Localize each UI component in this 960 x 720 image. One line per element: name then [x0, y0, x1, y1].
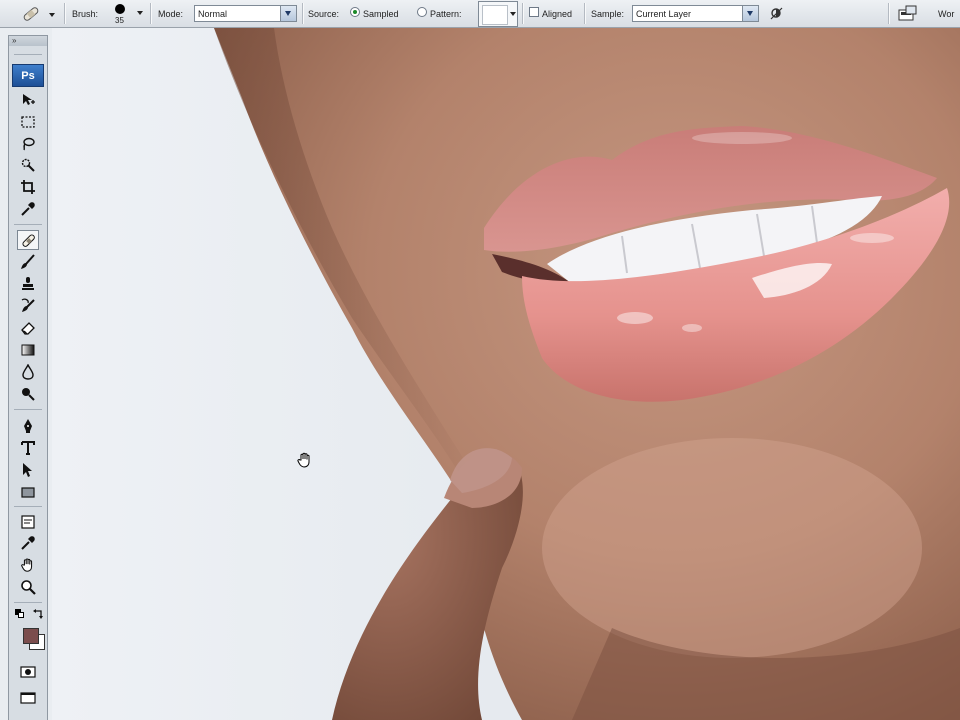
marquee-icon	[21, 116, 35, 128]
tools-panel-grip[interactable]: »	[9, 36, 47, 46]
aligned-label: Aligned	[542, 9, 573, 19]
healing-brush-tool[interactable]	[17, 230, 39, 250]
eyedropper-tool[interactable]	[17, 199, 39, 219]
path-selection-icon	[23, 463, 32, 477]
options-bar: Brush: 35 Mode: Normal Source: Sampled P…	[0, 0, 960, 28]
pattern-picker[interactable]	[478, 1, 518, 27]
screen-mode-icon	[20, 692, 36, 704]
bandage-icon	[23, 7, 39, 21]
crop-tool[interactable]	[17, 177, 39, 197]
rectangle-icon	[21, 487, 35, 498]
source-sampled-label: Sampled	[363, 9, 399, 19]
chevron-down-icon	[742, 6, 758, 21]
eyedropper-icon	[21, 536, 35, 550]
photoshop-logo[interactable]: Ps	[12, 64, 44, 87]
source-pattern-radio[interactable]	[417, 7, 427, 17]
eyedropper-sample-tool[interactable]	[17, 533, 39, 553]
tool-preset-picker[interactable]	[20, 3, 60, 25]
zoom-icon	[21, 580, 36, 595]
zoom-tool[interactable]	[17, 577, 39, 597]
brush-tip-icon	[115, 4, 125, 14]
pattern-swatch	[482, 5, 508, 25]
brush-size: 35	[115, 16, 124, 25]
pen-icon	[24, 419, 32, 433]
ignore-adjustment-layers-button[interactable]	[768, 5, 786, 23]
mode-value: Normal	[198, 9, 228, 19]
lasso-tool[interactable]	[17, 134, 39, 154]
sample-label: Sample:	[591, 9, 625, 19]
screen-mode-button[interactable]	[17, 688, 39, 708]
move-icon	[23, 94, 35, 105]
aligned-checkbox[interactable]	[529, 7, 539, 17]
hand-icon	[21, 558, 33, 572]
brush-icon	[21, 254, 35, 269]
mode-label: Mode:	[158, 9, 184, 19]
hand-tool[interactable]	[17, 555, 39, 575]
crop-icon	[21, 180, 35, 194]
blur-tool[interactable]	[17, 362, 39, 382]
brush-picker[interactable]: 35	[110, 2, 146, 26]
gradient-icon	[21, 344, 35, 356]
dodge-icon	[22, 388, 35, 401]
dodge-tool[interactable]	[17, 384, 39, 404]
source-label: Source:	[308, 9, 340, 19]
gradient-tool[interactable]	[17, 340, 39, 360]
swap-colors-icon[interactable]	[33, 609, 43, 619]
workspace-button[interactable]	[896, 3, 920, 25]
brush-tool[interactable]	[17, 252, 39, 272]
stamp-icon	[22, 277, 34, 290]
adjustment-layer-icon	[770, 7, 783, 20]
document-canvas[interactable]	[52, 28, 960, 720]
eraser-icon	[21, 322, 35, 335]
chevron-down-icon	[49, 13, 55, 17]
sample-dropdown[interactable]: Current Layer	[632, 5, 759, 22]
notes-icon	[21, 515, 35, 529]
brush-label: Brush:	[72, 9, 99, 19]
clone-stamp-tool[interactable]	[17, 274, 39, 294]
chevron-down-icon	[510, 12, 516, 16]
eyedropper-icon	[21, 202, 35, 216]
marquee-tool[interactable]	[17, 112, 39, 132]
quick-selection-tool[interactable]	[17, 155, 39, 175]
lasso-icon	[23, 137, 35, 151]
tools-panel: » Ps	[8, 35, 48, 720]
photo-lips-closeup	[52, 28, 960, 720]
mode-dropdown[interactable]: Normal	[194, 5, 297, 22]
type-tool[interactable]	[17, 438, 39, 458]
bandage-icon	[22, 234, 35, 247]
chevron-down-icon	[137, 11, 143, 15]
rectangle-tool[interactable]	[17, 482, 39, 502]
workspace-label: Wor	[938, 9, 955, 19]
source-sampled-radio[interactable]	[350, 7, 360, 17]
chevron-down-icon	[280, 6, 296, 21]
hand-cursor-icon	[297, 452, 310, 468]
sample-value: Current Layer	[636, 9, 692, 19]
pen-tool[interactable]	[17, 416, 39, 436]
foreground-color-swatch[interactable]	[23, 628, 39, 644]
history-brush-icon	[21, 298, 35, 312]
quick-selection-icon	[21, 158, 35, 172]
history-brush-tool[interactable]	[17, 296, 39, 316]
default-colors-icon[interactable]	[15, 609, 25, 619]
notes-tool[interactable]	[17, 512, 39, 532]
quick-mask-icon	[20, 666, 36, 678]
source-pattern-label: Pattern:	[430, 9, 462, 19]
move-tool[interactable]	[17, 90, 39, 110]
quick-mask-button[interactable]	[17, 662, 39, 682]
type-icon	[21, 441, 35, 455]
workspace-icon	[898, 5, 917, 21]
path-selection-tool[interactable]	[17, 460, 39, 480]
blur-drop-icon	[22, 364, 34, 380]
eraser-tool[interactable]	[17, 318, 39, 338]
